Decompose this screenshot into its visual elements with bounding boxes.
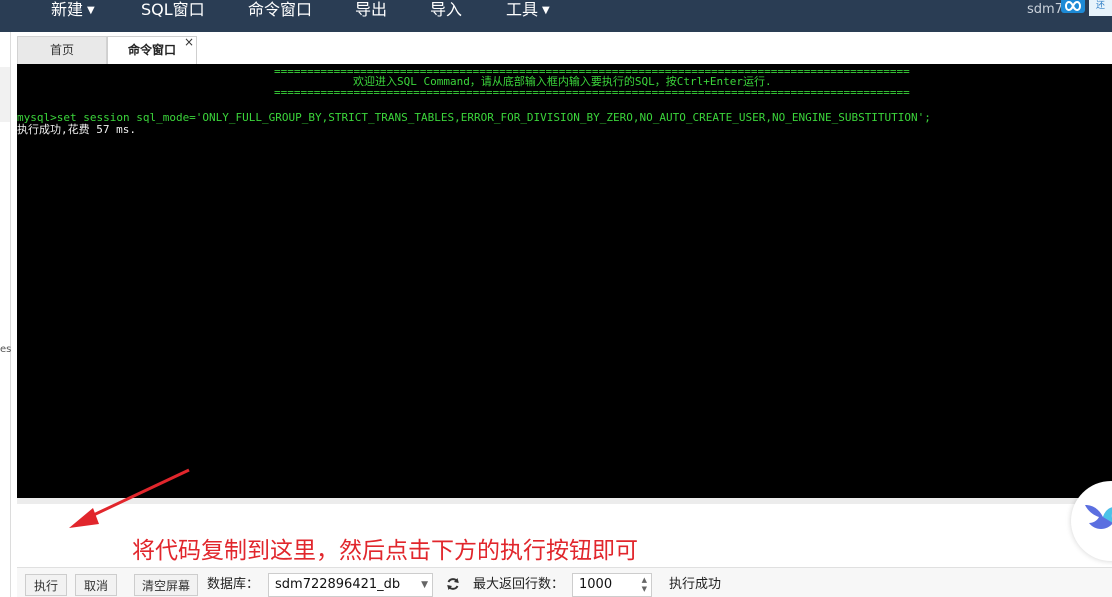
tab-command-window-label: 命令窗口 [127, 43, 176, 57]
cancel-button[interactable]: 取消 [75, 574, 117, 596]
menu-new-label: 新建 [51, 0, 84, 19]
console-result-line: 执行成功,花费 57 ms. [17, 123, 136, 136]
chevron-down-icon: ▼ [542, 5, 550, 16]
refresh-icon[interactable] [446, 577, 460, 591]
bird-logo-icon [1085, 505, 1112, 529]
database-label: 数据库： [207, 577, 260, 592]
sidebar-band [0, 67, 10, 122]
cloud-link-icon[interactable] [1061, 0, 1085, 13]
menu-sql-window-label: SQL窗口 [141, 0, 205, 19]
console-separator-bottom: ========================================… [274, 86, 910, 99]
arrow-icon [69, 468, 190, 528]
menu-import-label: 导入 [430, 0, 463, 19]
tab-home-label: 首页 [49, 43, 74, 57]
database-select-value: sdm722896421_db [275, 577, 401, 592]
user-name[interactable]: sdm7 [1027, 2, 1063, 17]
sidebar-collapsed: es [0, 32, 11, 597]
console-command-line: mysql>set session sql_mode='ONLY_FULL_GR… [17, 111, 931, 124]
database-select[interactable]: sdm722896421_db ▼ [268, 573, 433, 597]
top-menu-bar: 新建 ▼ SQL窗口 命令窗口 导出 导入 工具 ▼ sdm7 还 [0, 0, 1112, 32]
execute-button[interactable]: 执行 [25, 574, 67, 596]
annotation-text: 将代码复制到这里，然后点击下方的执行按钮即可 [132, 538, 638, 564]
sidebar-text-fragment: es [0, 344, 12, 355]
chevron-down-icon: ▼ [421, 580, 428, 590]
tab-home[interactable]: 首页 [17, 36, 107, 64]
tab-bar: 首页 命令窗口 × [17, 32, 1112, 64]
sql-input-area[interactable]: 将代码复制到这里，然后点击下方的执行按钮即可 [17, 468, 1112, 567]
console-output: ========================================… [17, 64, 1112, 498]
menu-tools-label: 工具 [506, 0, 539, 19]
chevron-down-icon: ▼ [87, 5, 95, 16]
bottom-toolbar: 执行 取消 清空屏幕 数据库： sdm722896421_db ▼ 最大返回行数… [17, 567, 1112, 597]
menu-command-window-label: 命令窗口 [248, 0, 313, 19]
menu-new[interactable]: 新建 ▼ [51, 0, 95, 20]
spinner-arrows-icon[interactable]: ▲ ▼ [642, 576, 647, 594]
close-icon[interactable]: × [184, 36, 194, 48]
max-rows-input[interactable]: 1000 ▲ ▼ [572, 573, 652, 597]
menu-export[interactable]: 导出 [355, 0, 387, 20]
status-text: 执行成功 [669, 577, 722, 592]
clear-screen-button[interactable]: 清空屏幕 [134, 574, 198, 596]
max-rows-value: 1000 [579, 577, 613, 592]
menu-export-label: 导出 [355, 0, 388, 19]
menu-sql-window[interactable]: SQL窗口 [141, 0, 205, 20]
corner-tag[interactable]: 还 [1089, 0, 1112, 16]
menu-tools[interactable]: 工具 ▼ [506, 0, 550, 20]
menu-command-window[interactable]: 命令窗口 [248, 0, 312, 20]
menu-import[interactable]: 导入 [430, 0, 462, 20]
max-rows-label: 最大返回行数： [473, 577, 565, 592]
